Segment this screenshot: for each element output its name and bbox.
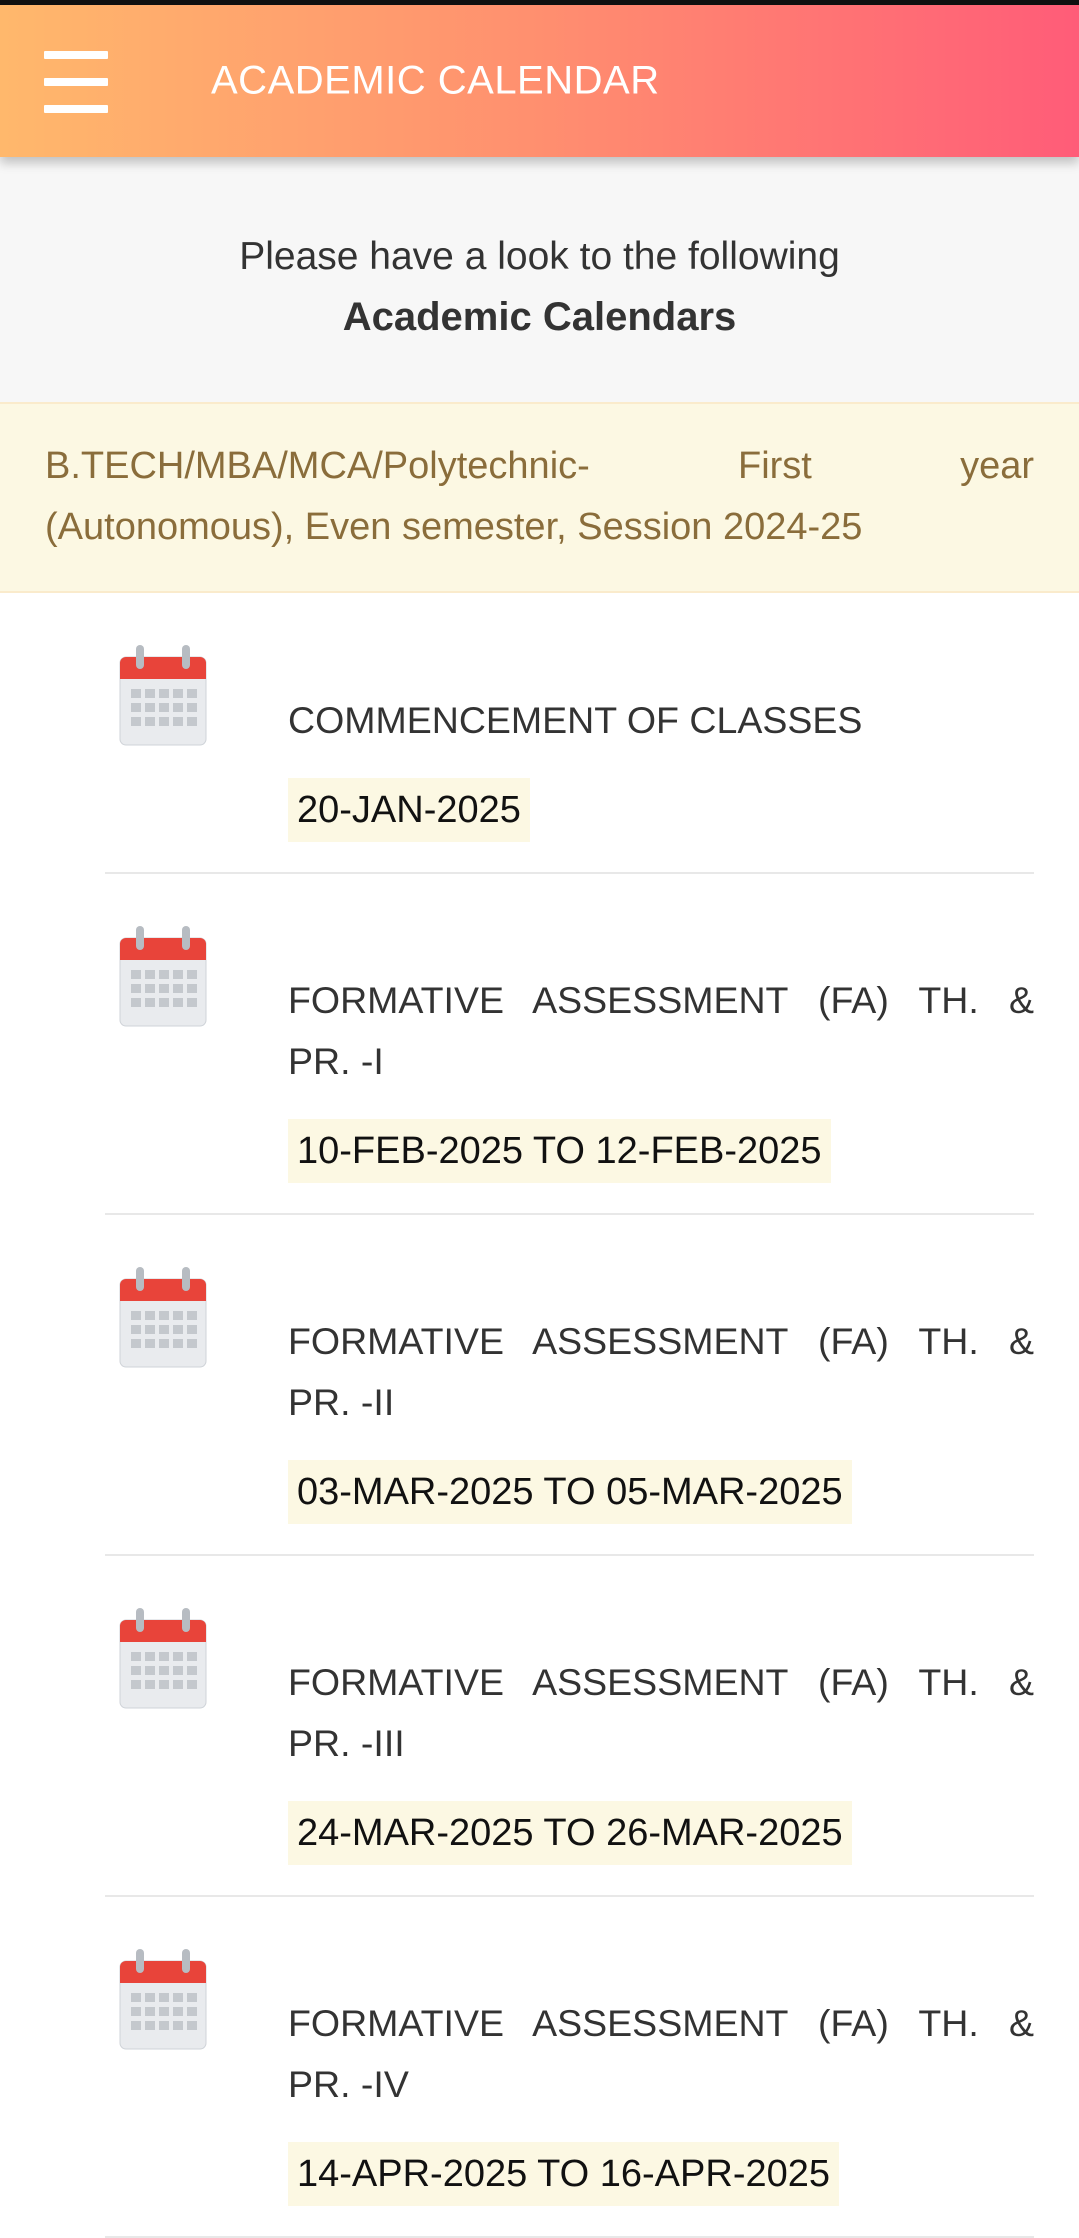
- event-title: FORMATIVE ASSESSMENT (FA) TH. & PR. -IV: [288, 1897, 1034, 2115]
- list-item[interactable]: FORMATIVE ASSESSMENT (FA) TH. & PR. -III…: [105, 1556, 1034, 1897]
- event-title-line: FORMATIVE ASSESSMENT (FA) TH. &: [288, 1320, 1034, 1362]
- calendar-icon: [119, 1949, 207, 2050]
- event-title: FORMATIVE ASSESSMENT (FA) TH. & PR. -II: [288, 1215, 1034, 1433]
- event-title-line: FORMATIVE ASSESSMENT (FA) TH. &: [288, 2002, 1034, 2044]
- event-title-line: COMMENCEMENT OF CLASSES: [288, 699, 863, 741]
- calendar-icon: [119, 926, 207, 1027]
- event-date: 03-MAR-2025 TO 05-MAR-2025: [288, 1460, 852, 1524]
- notice-line-1: B.TECH/MBA/MCA/Polytechnic- First year: [45, 445, 1034, 487]
- event-title-line: PR. -I: [288, 1040, 384, 1082]
- event-title-line: FORMATIVE ASSESSMENT (FA) TH. &: [288, 979, 1034, 1021]
- list-item[interactable]: COMMENCEMENT OF CLASSES 20-JAN-2025: [105, 593, 1034, 874]
- event-title-line: PR. -IV: [288, 2063, 409, 2105]
- event-title: FORMATIVE ASSESSMENT (FA) TH. & PR. -III: [288, 1556, 1034, 1774]
- calendar-icon: [119, 1608, 207, 1709]
- list-item[interactable]: FORMATIVE ASSESSMENT (FA) TH. & PR. -I 1…: [105, 874, 1034, 1215]
- event-date: 14-APR-2025 TO 16-APR-2025: [288, 2142, 840, 2206]
- calendar-icon: [119, 1267, 207, 1368]
- event-title: FORMATIVE ASSESSMENT (FA) TH. & PR. -I: [288, 874, 1034, 1092]
- calendar-icon: [119, 645, 207, 746]
- list-item[interactable]: FORMATIVE ASSESSMENT (FA) TH. & PR. -II …: [105, 1215, 1034, 1556]
- event-date: 10-FEB-2025 TO 12-FEB-2025: [288, 1119, 831, 1183]
- intro-heading: Academic Calendars: [342, 295, 737, 339]
- notice-line-2: (Autonomous), Even semester, Session 202…: [45, 506, 863, 548]
- hamburger-menu-icon[interactable]: [44, 51, 108, 113]
- event-title-line: FORMATIVE ASSESSMENT (FA) TH. &: [288, 1661, 1034, 1703]
- event-title-line: PR. -II: [288, 1381, 395, 1423]
- page-title: ACADEMIC CALENDAR: [211, 58, 660, 103]
- event-title-line: PR. -III: [288, 1722, 405, 1764]
- program-notice: B.TECH/MBA/MCA/Polytechnic- First year (…: [0, 402, 1079, 593]
- event-date: 24-MAR-2025 TO 26-MAR-2025: [288, 1801, 852, 1865]
- app-header: ACADEMIC CALENDAR: [0, 5, 1079, 157]
- event-list: COMMENCEMENT OF CLASSES 20-JAN-2025 FORM…: [0, 593, 1079, 2238]
- event-date: 20-JAN-2025: [288, 778, 530, 842]
- event-title: COMMENCEMENT OF CLASSES: [288, 593, 1034, 751]
- intro-text: Please have a look to the following: [239, 235, 840, 278]
- intro-section: Please have a look to the following Acad…: [0, 157, 1079, 402]
- list-item[interactable]: FORMATIVE ASSESSMENT (FA) TH. & PR. -IV …: [105, 1897, 1034, 2238]
